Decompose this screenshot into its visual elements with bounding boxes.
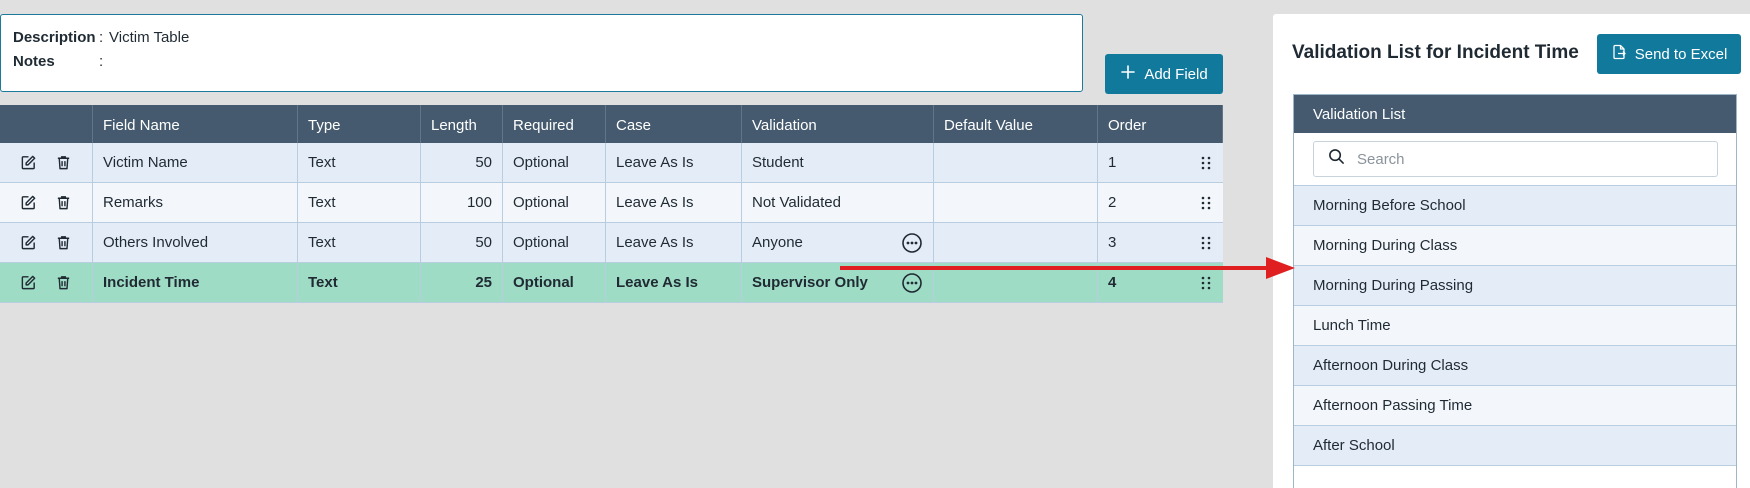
header-validation[interactable]: Validation <box>742 105 934 143</box>
export-file-icon <box>1611 44 1627 64</box>
cell-field-name: Incident Time <box>93 263 298 302</box>
header-case[interactable]: Case <box>606 105 742 143</box>
cell-case: Leave As Is <box>606 143 742 182</box>
validation-list-header: Validation List <box>1294 95 1736 133</box>
cell-type: Text <box>298 183 421 222</box>
description-value: Victim Table <box>109 28 190 46</box>
cell-field-name: Victim Name <box>93 143 298 182</box>
notes-row: Notes : <box>13 52 104 70</box>
list-item[interactable]: Afternoon During Class <box>1294 346 1736 386</box>
more-horizontal-icon[interactable] <box>901 232 923 254</box>
cell-validation: Not Validated <box>742 183 934 222</box>
cell-type: Text <box>298 223 421 262</box>
cell-type: Text <box>298 263 421 302</box>
edit-icon[interactable] <box>20 274 37 291</box>
search-box[interactable] <box>1313 141 1718 177</box>
validation-panel: Validation List for Incident Time Send t… <box>1273 14 1750 488</box>
header-order[interactable]: Order <box>1098 105 1223 143</box>
cell-required: Optional <box>503 183 606 222</box>
cell-required: Optional <box>503 223 606 262</box>
drag-handle-icon[interactable] <box>1199 155 1213 171</box>
list-item[interactable]: Lunch Time <box>1294 306 1736 346</box>
header-required[interactable]: Required <box>503 105 606 143</box>
cell-type: Text <box>298 143 421 182</box>
trash-icon[interactable] <box>55 154 72 171</box>
cell-length: 100 <box>421 183 503 222</box>
cell-length: 25 <box>421 263 503 302</box>
search-icon <box>1328 148 1345 170</box>
list-item[interactable]: Afternoon Passing Time <box>1294 386 1736 426</box>
send-to-excel-label: Send to Excel <box>1634 45 1728 63</box>
header-actions <box>0 105 93 143</box>
trash-icon[interactable] <box>55 194 72 211</box>
trash-icon[interactable] <box>55 234 72 251</box>
cell-order: 2 <box>1098 183 1223 222</box>
cell-case: Leave As Is <box>606 183 742 222</box>
edit-icon[interactable] <box>20 194 37 211</box>
edit-icon[interactable] <box>20 154 37 171</box>
trash-icon[interactable] <box>55 274 72 291</box>
list-item[interactable]: After School <box>1294 426 1736 466</box>
header-default-value[interactable]: Default Value <box>934 105 1098 143</box>
header-field-name[interactable]: Field Name <box>93 105 298 143</box>
plus-icon <box>1120 64 1136 84</box>
cell-required: Optional <box>503 143 606 182</box>
cell-validation: Student <box>742 143 934 182</box>
list-item[interactable]: Morning During Passing <box>1294 266 1736 306</box>
cell-length: 50 <box>421 223 503 262</box>
table-info-box: Description : Victim Table Notes : <box>0 14 1083 92</box>
table-row[interactable]: Victim Name Text 50 Optional Leave As Is… <box>0 143 1223 183</box>
cell-required: Optional <box>503 263 606 302</box>
drag-handle-icon[interactable] <box>1199 195 1213 211</box>
header-length[interactable]: Length <box>421 105 503 143</box>
cell-field-name: Others Involved <box>93 223 298 262</box>
search-input[interactable] <box>1355 149 1699 169</box>
description-row: Description : Victim Table <box>13 28 190 46</box>
drag-handle-icon[interactable] <box>1199 235 1213 251</box>
add-field-label: Add Field <box>1144 65 1208 83</box>
header-type[interactable]: Type <box>298 105 421 143</box>
cell-case: Leave As Is <box>606 263 742 302</box>
add-field-button[interactable]: Add Field <box>1105 54 1223 94</box>
annotation-arrow <box>840 257 1295 279</box>
list-item[interactable]: Morning During Class <box>1294 226 1736 266</box>
table-header-row: Field Name Type Length Required Case Val… <box>0 105 1223 143</box>
cell-case: Leave As Is <box>606 223 742 262</box>
panel-title: Validation List for Incident Time <box>1292 42 1579 63</box>
list-item[interactable]: Morning Before School <box>1294 186 1736 226</box>
notes-label: Notes <box>13 52 55 70</box>
send-to-excel-button[interactable]: Send to Excel <box>1597 34 1741 74</box>
cell-length: 50 <box>421 143 503 182</box>
description-label: Description <box>13 28 96 46</box>
table-row[interactable]: Remarks Text 100 Optional Leave As Is No… <box>0 183 1223 223</box>
validation-list: Validation List Morning Before School Mo… <box>1293 94 1737 488</box>
cell-default-value <box>934 183 1098 222</box>
cell-default-value <box>934 143 1098 182</box>
cell-order: 1 <box>1098 143 1223 182</box>
edit-icon[interactable] <box>20 234 37 251</box>
cell-field-name: Remarks <box>93 183 298 222</box>
